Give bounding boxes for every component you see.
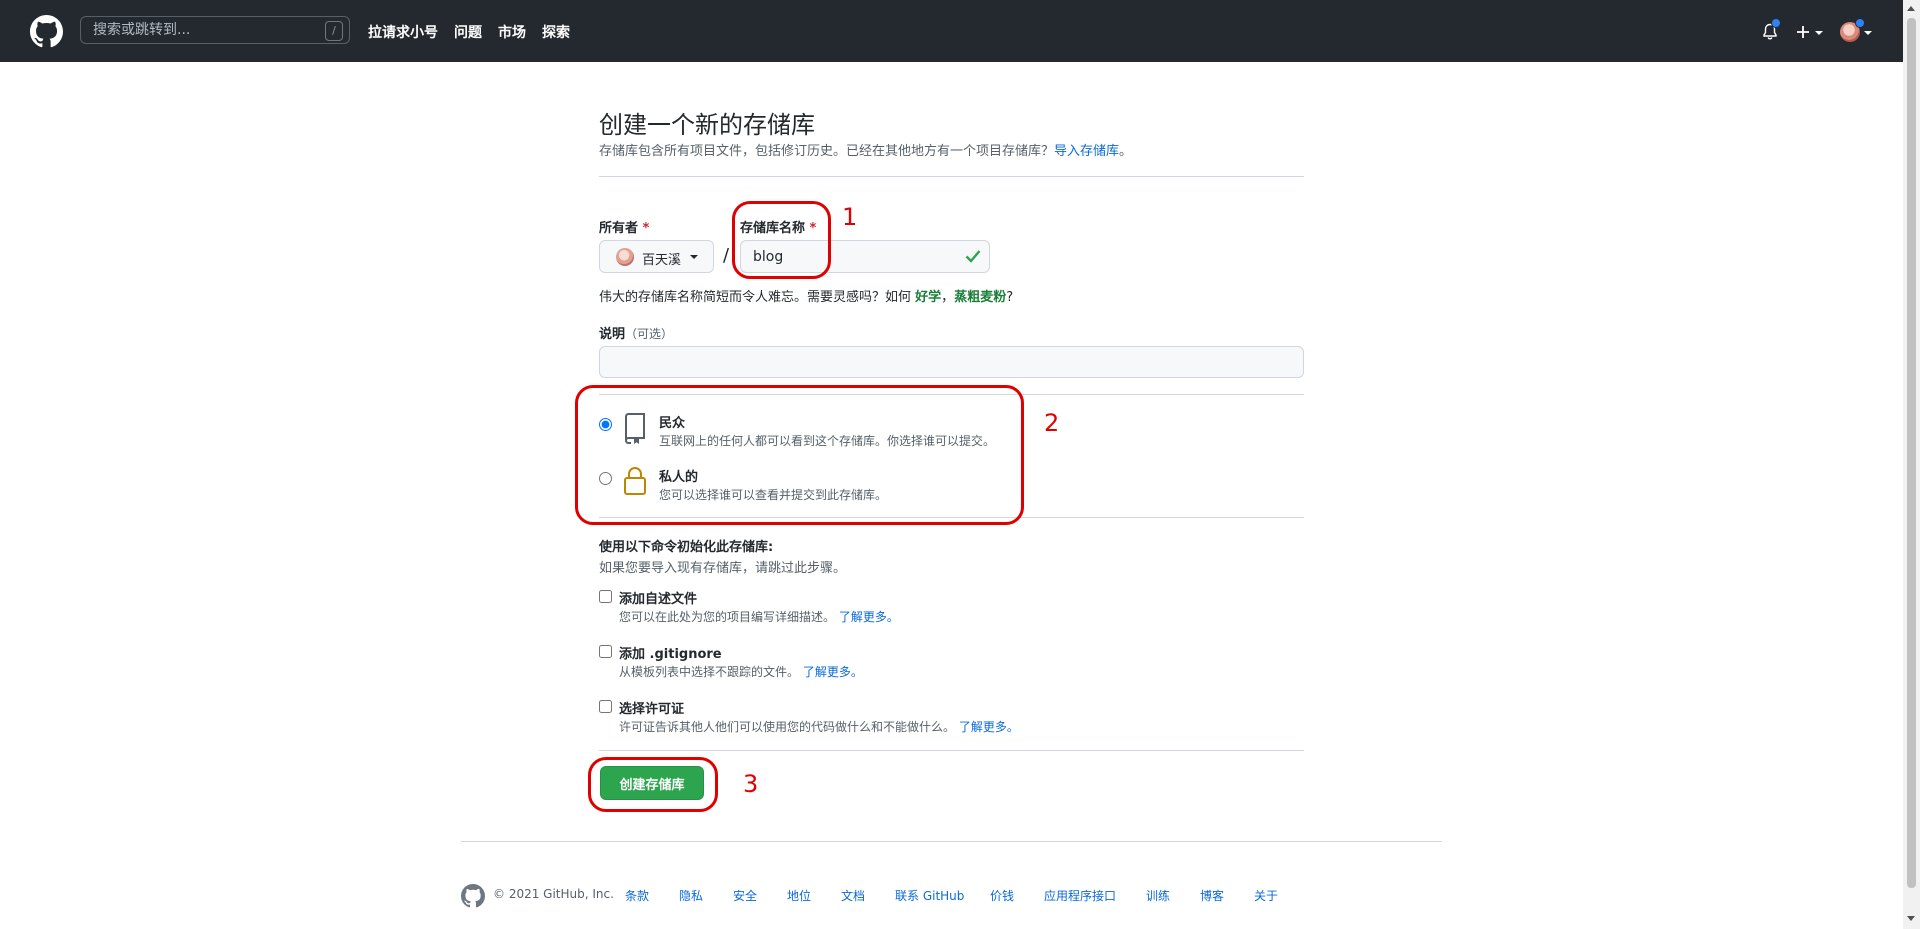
- footer-link-pricing[interactable]: 价钱: [990, 887, 1014, 904]
- license-title: 选择许可证: [619, 702, 685, 717]
- footer-link-security[interactable]: 安全: [733, 887, 757, 904]
- license-desc-text: 许可证告诉其他人他们可以使用您的代码做什么和不能做什么。: [619, 720, 956, 734]
- nav-pull-requests[interactable]: 拉请求小号: [368, 22, 438, 42]
- annotation-box-1: [732, 201, 831, 279]
- annotation-number-2: 2: [1044, 409, 1060, 437]
- annotation-box-3: [588, 757, 718, 812]
- footer-divider: [461, 841, 1442, 842]
- notification-indicator: [1771, 18, 1781, 28]
- status-indicator: [1855, 18, 1865, 28]
- footer-link-contact[interactable]: 联系 GitHub: [895, 887, 964, 904]
- readme-title: 添加自述文件: [619, 592, 698, 607]
- scroll-up-arrow[interactable]: [1907, 6, 1915, 11]
- search-shortcut-key: /: [325, 21, 343, 41]
- learn-more-link[interactable]: 了解更多。: [803, 665, 863, 679]
- owner-label: 所有者 *: [599, 217, 649, 236]
- footer-link-api[interactable]: 应用程序接口: [1044, 887, 1116, 904]
- license-desc: 许可证告诉其他人他们可以使用您的代码做什么和不能做什么。 了解更多。: [619, 718, 1019, 735]
- readme-checkbox[interactable]: [599, 590, 612, 603]
- footer-link-training[interactable]: 训练: [1146, 887, 1170, 904]
- license-checkbox[interactable]: [599, 700, 612, 713]
- hint-suffix: ?: [1006, 290, 1014, 305]
- footer-copyright: © 2021 GitHub, Inc.: [493, 887, 614, 901]
- hint-prefix: 伟大的存储库名称简短而令人难忘。需要灵感吗？如何: [599, 290, 912, 305]
- chevron-down-icon[interactable]: [1815, 31, 1823, 35]
- init-subtitle: 如果您要导入现有存储库，请跳过此步骤。: [599, 561, 847, 576]
- nav-explore[interactable]: 探索: [542, 22, 570, 42]
- footer-link-blog[interactable]: 博客: [1200, 887, 1224, 904]
- page-scrollbar[interactable]: [1903, 0, 1920, 929]
- name-suggestion-1[interactable]: 好学: [915, 290, 941, 305]
- chevron-down-icon: [690, 255, 698, 259]
- search-box[interactable]: /: [80, 16, 350, 44]
- readme-desc-text: 您可以在此处为您的项目编写详细描述。: [619, 610, 836, 624]
- annotation-box-2: [575, 385, 1024, 525]
- top-header: / 拉请求小号 问题 市场 探索: [0, 0, 1903, 62]
- check-icon: [965, 250, 981, 263]
- learn-more-link[interactable]: 了解更多。: [959, 720, 1019, 734]
- page-title: 创建一个新的存储库: [599, 111, 815, 139]
- annotation-number-3: 3: [743, 770, 759, 798]
- import-repo-link[interactable]: 导入存储库: [1054, 144, 1119, 159]
- chevron-down-icon[interactable]: [1864, 31, 1872, 35]
- readme-desc: 您可以在此处为您的项目编写详细描述。 了解更多。: [619, 608, 899, 625]
- name-suggestion-2[interactable]: 蒸粗麦粉: [954, 290, 1006, 305]
- divider: [599, 176, 1304, 177]
- owner-label-text: 所有者: [599, 221, 639, 236]
- repo-name-hint: 伟大的存储库名称简短而令人难忘。需要灵感吗？如何 好学，蒸粗麦粉?: [599, 286, 1013, 305]
- divider: [599, 750, 1304, 751]
- owner-avatar: [616, 248, 634, 266]
- footer-link-terms[interactable]: 条款: [625, 887, 649, 904]
- gitignore-title: 添加 .gitignore: [619, 647, 722, 662]
- required-mark: *: [642, 221, 650, 236]
- nav-marketplace[interactable]: 市场: [498, 22, 526, 42]
- learn-more-link[interactable]: 了解更多。: [839, 610, 899, 624]
- gitignore-checkbox[interactable]: [599, 645, 612, 658]
- description-input[interactable]: [599, 346, 1304, 378]
- optional-tag: （可选）: [625, 327, 674, 341]
- footer-link-privacy[interactable]: 隐私: [679, 887, 703, 904]
- scroll-down-arrow[interactable]: [1907, 916, 1915, 921]
- footer-link-status[interactable]: 地位: [787, 887, 811, 904]
- owner-name: 百天溪: [642, 253, 682, 268]
- hint-comma: ，: [941, 290, 955, 305]
- github-mark-icon[interactable]: [30, 15, 63, 48]
- annotation-number-1: 1: [842, 203, 858, 231]
- gitignore-desc-text: 从模板列表中选择不跟踪的文件。: [619, 665, 800, 679]
- subtitle-text: 存储库包含所有项目文件，包括修订历史。已经在其他地方有一个项目存储库？: [599, 144, 1055, 159]
- search-input[interactable]: [81, 17, 335, 43]
- owner-repo-separator: /: [723, 245, 730, 266]
- nav-issues[interactable]: 问题: [454, 22, 482, 42]
- description-label: 说明（可选）: [599, 323, 673, 342]
- footer-link-about[interactable]: 关于: [1254, 887, 1278, 904]
- subtitle-period: 。: [1119, 144, 1133, 159]
- init-title: 使用以下命令初始化此存储库:: [599, 540, 774, 555]
- gitignore-desc: 从模板列表中选择不跟踪的文件。 了解更多。: [619, 663, 863, 680]
- footer-link-docs[interactable]: 文档: [841, 887, 865, 904]
- description-label-text: 说明: [599, 327, 626, 342]
- scroll-thumb[interactable]: [1907, 18, 1916, 888]
- page-subtitle: 存储库包含所有项目文件，包括修订历史。已经在其他地方有一个项目存储库？导入存储库…: [599, 140, 1132, 159]
- plus-icon[interactable]: [1796, 25, 1810, 39]
- owner-select[interactable]: 百天溪: [599, 240, 714, 273]
- github-mark-icon[interactable]: [461, 884, 485, 908]
